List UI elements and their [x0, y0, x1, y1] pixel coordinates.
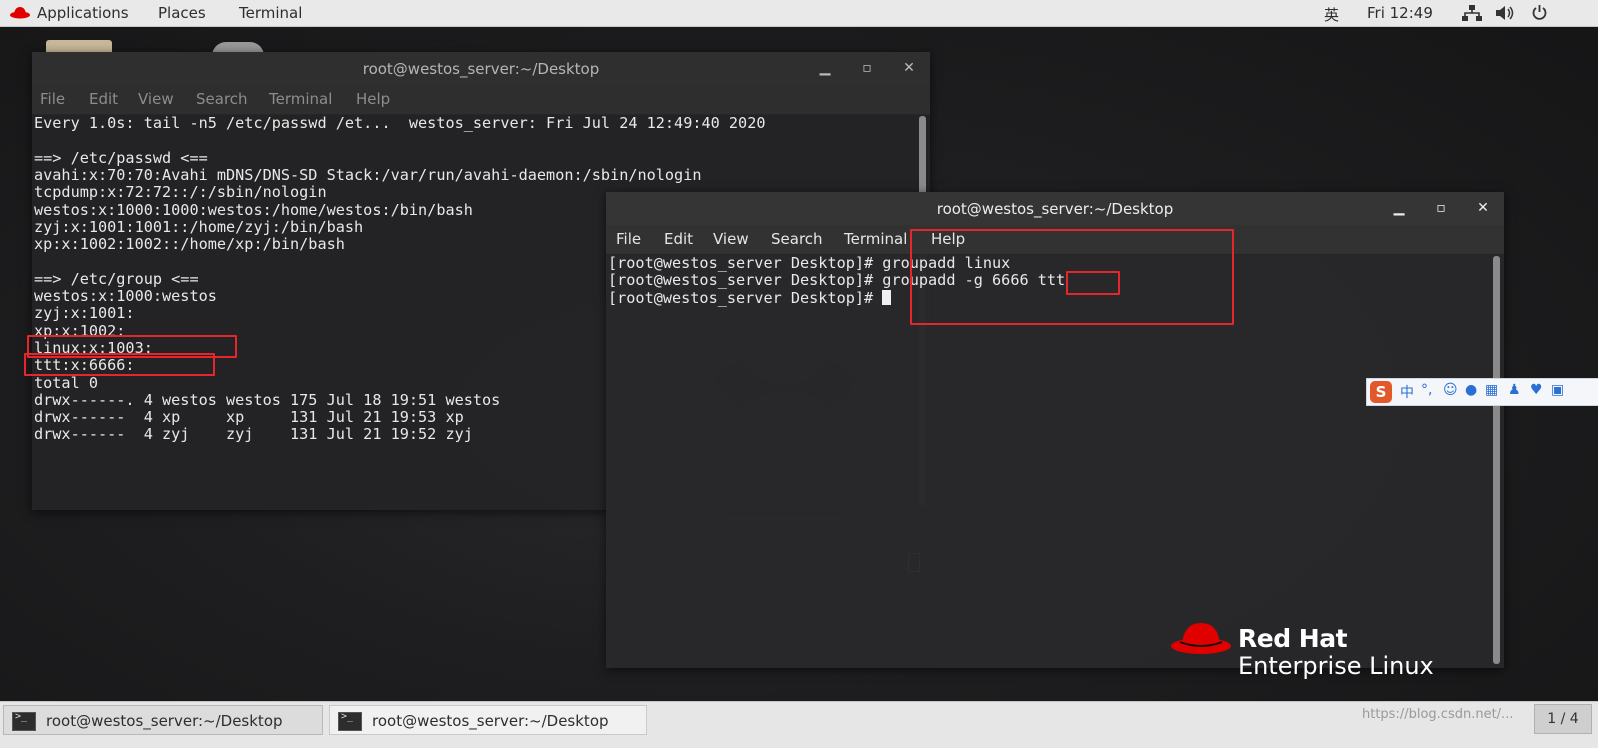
terminal-line: ==> /etc/passwd <== — [34, 148, 208, 167]
menu-edit[interactable]: Edit — [664, 230, 693, 248]
redhat-logo-icon — [10, 7, 30, 19]
terminal-icon — [338, 711, 362, 731]
menu-edit[interactable]: Edit — [89, 90, 118, 108]
taskbar-item-terminal-2[interactable]: root@westos_server:~/Desktop — [329, 705, 647, 735]
input-method-indicator[interactable]: 英 — [1324, 4, 1339, 25]
terminal-app-menu[interactable]: Terminal — [239, 4, 302, 22]
terminal-line: westos:x:1000:1000:westos:/home/westos:/… — [34, 200, 473, 219]
terminal-line: drwx------. 4 westos westos 175 Jul 18 1… — [34, 390, 501, 409]
window-titlebar[interactable]: root@westos_server:~/Desktop ▁ ▫ ✕ — [32, 52, 930, 85]
workspace-switcher[interactable]: 1 / 4 — [1534, 704, 1592, 734]
emoji-icon[interactable]: ☺ — [1443, 382, 1458, 398]
toolbox-icon[interactable]: ▣ — [1551, 382, 1564, 398]
skin-icon[interactable]: ♥ — [1530, 382, 1543, 398]
network-icon[interactable] — [1462, 5, 1482, 21]
menu-bar: File Edit View Search Terminal Help — [32, 85, 930, 115]
terminal-icon — [12, 711, 36, 731]
taskbar-item-terminal-1[interactable]: root@westos_server:~/Desktop — [3, 705, 323, 735]
terminal-cursor — [882, 289, 892, 305]
terminal-line: drwx------ 4 zyj zyj 131 Jul 21 19:52 zy… — [34, 425, 473, 444]
taskbar-item-label: root@westos_server:~/Desktop — [46, 712, 283, 730]
redhat-hat-icon — [1171, 623, 1231, 654]
scrollbar[interactable] — [1493, 256, 1500, 664]
minimize-icon[interactable]: ▁ — [1390, 199, 1408, 217]
terminal-line: [root@westos_server Desktop]# — [608, 288, 883, 307]
window-titlebar[interactable]: root@westos_server:~/Desktop ▁ ▫ ✕ — [606, 192, 1504, 225]
menu-search[interactable]: Search — [196, 90, 248, 108]
terminal-line: xp:x:1002:1002::/home/xp:/bin/bash — [34, 235, 345, 254]
terminal-line: drwx------ 4 xp xp 131 Jul 21 19:53 xp — [34, 408, 464, 427]
menu-terminal[interactable]: Terminal — [844, 230, 907, 248]
ime-lang-toggle[interactable]: 中 — [1400, 382, 1414, 402]
menu-file[interactable]: File — [40, 90, 65, 108]
microphone-icon[interactable]: ● — [1465, 382, 1477, 398]
brand-line-2: Enterprise Linux — [1238, 652, 1434, 680]
brand-line-1: Red Hat — [1238, 624, 1348, 653]
places-menu[interactable]: Places — [158, 4, 206, 22]
menu-view[interactable]: View — [138, 90, 174, 108]
menu-search[interactable]: Search — [771, 230, 823, 248]
menu-file[interactable]: File — [616, 230, 641, 248]
terminal-line: zyj:x:1001: — [34, 304, 135, 323]
applications-menu[interactable]: Applications — [37, 4, 129, 22]
redhat-brand: Red Hat Enterprise Linux — [1170, 620, 1434, 680]
terminal-line: westos:x:1000:westos — [34, 287, 217, 305]
user-icon[interactable]: ♟ — [1508, 382, 1521, 398]
watermark-text: https://blog.csdn.net/... — [1362, 707, 1514, 722]
minimize-icon[interactable]: ▁ — [816, 59, 834, 77]
punctuation-icon[interactable]: °, — [1421, 382, 1432, 398]
terminal-window-shell[interactable]: root@westos_server:~/Desktop ▁ ▫ ✕ File … — [606, 192, 1504, 668]
menu-terminal[interactable]: Terminal — [269, 90, 332, 108]
close-icon[interactable]: ✕ — [900, 59, 918, 77]
sogou-logo-icon: S — [1370, 381, 1392, 403]
taskbar: root@westos_server:~/Desktop root@westos… — [0, 701, 1598, 748]
highlight-box-gid — [1066, 271, 1120, 295]
terminal-line: total 0 — [34, 373, 99, 392]
window-title: root@westos_server:~/Desktop — [936, 200, 1174, 218]
terminal-prompt-line: [root@westos_server Desktop]# — [608, 288, 892, 307]
maximize-icon[interactable]: ▫ — [1432, 199, 1450, 217]
terminal-line: zyj:x:1001:1001::/home/zyj:/bin/bash — [34, 217, 364, 236]
maximize-icon[interactable]: ▫ — [858, 59, 876, 77]
menu-help[interactable]: Help — [356, 90, 390, 108]
taskbar-item-label: root@westos_server:~/Desktop — [372, 712, 609, 730]
close-icon[interactable]: ✕ — [1474, 199, 1492, 217]
menu-view[interactable]: View — [713, 230, 749, 248]
terminal-line: tcpdump:x:72:72::/:/sbin/nologin — [34, 183, 327, 202]
terminal-line: ==> /etc/group <== — [34, 269, 199, 288]
clock[interactable]: Fri 12:49 — [1367, 4, 1433, 22]
highlight-box-ttt — [24, 353, 215, 376]
power-icon[interactable] — [1531, 4, 1548, 21]
ime-toolbar[interactable]: S 中 °, ☺ ● ▦ ♟ ♥ ▣ — [1366, 378, 1598, 406]
terminal-line: avahi:x:70:70:Avahi mDNS/DNS-SD Stack:/v… — [34, 165, 702, 184]
volume-icon[interactable] — [1495, 5, 1515, 21]
window-title: root@westos_server:~/Desktop — [362, 60, 600, 78]
terminal-output[interactable]: [root@westos_server Desktop]# groupadd l… — [606, 229, 1504, 668]
top-bar: Applications Places Terminal 英 Fri 12:49 — [0, 0, 1598, 27]
keyboard-icon[interactable]: ▦ — [1485, 382, 1498, 398]
terminal-line: Every 1.0s: tail -n5 /etc/passwd /et... … — [34, 114, 766, 132]
